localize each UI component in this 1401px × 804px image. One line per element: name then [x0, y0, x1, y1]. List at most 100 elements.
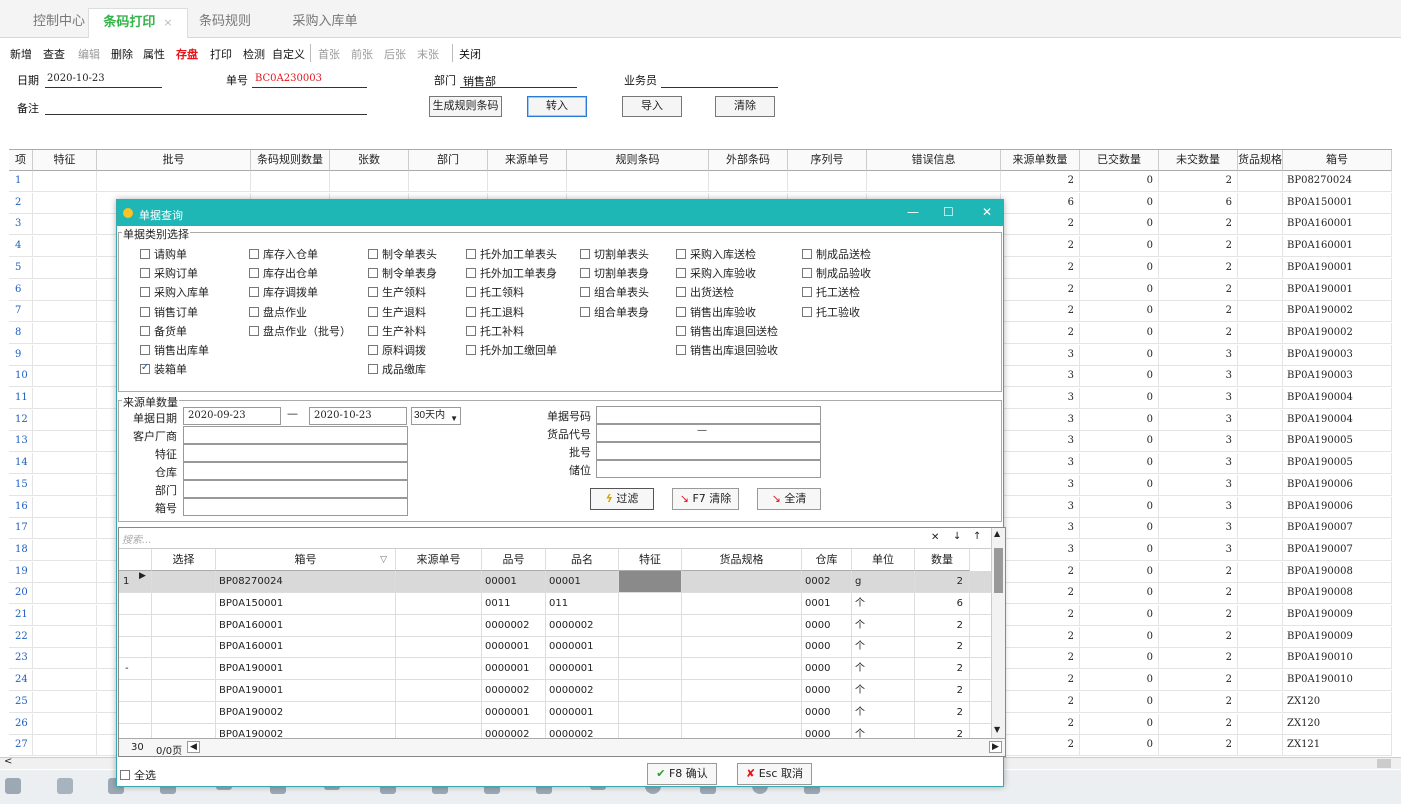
table-cell[interactable]: 0000002 — [482, 680, 546, 701]
table-cell[interactable]: 个 — [852, 680, 915, 701]
f7-clear-button[interactable]: ↘ F7 清除 — [672, 488, 739, 510]
table-cell[interactable] — [567, 171, 709, 191]
close-icon[interactable]: ✕ — [982, 205, 992, 219]
transfer-in-button[interactable]: 转入 — [527, 96, 587, 117]
column-header[interactable]: 数量 — [915, 549, 970, 571]
column-header[interactable]: 选择 — [152, 549, 216, 571]
column-header[interactable]: 单位 — [852, 549, 915, 571]
column-header[interactable]: 规则条码 — [567, 150, 709, 171]
scroll-down-icon[interactable]: ▼ — [994, 725, 1000, 734]
table-cell[interactable] — [867, 171, 1001, 191]
table-cell[interactable] — [33, 648, 97, 669]
table-cell[interactable] — [396, 680, 482, 701]
box-no-cell[interactable]: BP0A190004 — [1283, 409, 1392, 430]
table-cell[interactable]: 0000001 — [482, 701, 546, 723]
doc-type-checkbox[interactable]: 采购订单 — [140, 265, 198, 281]
generate-rule-barcode-button[interactable]: 生成规则条码 — [429, 96, 502, 117]
customize-button[interactable]: 自定义 — [272, 46, 305, 62]
checkbox-box[interactable] — [140, 249, 150, 259]
row-index[interactable]: 9 — [9, 344, 33, 365]
table-cell[interactable] — [33, 171, 97, 191]
table-cell[interactable] — [488, 171, 567, 191]
tab-barcode-print[interactable]: 条码打印 × — [88, 8, 188, 38]
row-index[interactable]: 7 — [9, 301, 33, 322]
table-cell[interactable] — [1238, 366, 1283, 387]
table-cell[interactable]: 0000001 — [546, 636, 619, 658]
undelivered-qty-cell[interactable]: 2 — [1159, 648, 1238, 669]
doc-type-checkbox[interactable]: 盘点作业 — [249, 304, 307, 320]
doc-type-checkbox[interactable]: 制成品验收 — [802, 265, 871, 281]
undelivered-qty-cell[interactable]: 2 — [1159, 257, 1238, 278]
checkbox-box[interactable] — [249, 306, 259, 317]
table-cell[interactable] — [619, 592, 682, 614]
checkbox-box[interactable] — [368, 306, 378, 317]
table-cell[interactable] — [709, 171, 788, 191]
box-no-cell[interactable]: ZX121 — [1283, 735, 1392, 756]
table-cell[interactable] — [396, 614, 482, 636]
table-cell[interactable]: BP0A190001 — [216, 658, 396, 680]
row-selector[interactable] — [119, 701, 152, 723]
table-cell[interactable] — [1238, 670, 1283, 691]
delivered-qty-cell[interactable]: 0 — [1080, 735, 1159, 756]
doc-type-checkbox[interactable]: 生产退料 — [368, 304, 426, 320]
checkbox-box[interactable] — [466, 249, 476, 259]
table-cell[interactable]: 个 — [852, 614, 915, 636]
column-header[interactable]: 特征 — [619, 549, 682, 571]
undelivered-qty-cell[interactable]: 2 — [1159, 322, 1238, 343]
table-cell[interactable] — [1238, 344, 1283, 365]
warehouse-input[interactable] — [183, 462, 408, 480]
undelivered-qty-cell[interactable]: 3 — [1159, 518, 1238, 539]
table-row[interactable]: 2 g 0002 00001 00001 BP08270024 1 ▶ — [119, 571, 991, 593]
table-cell[interactable] — [1238, 236, 1283, 257]
table-cell[interactable] — [396, 571, 482, 592]
clear-search-icon[interactable]: ✕ — [931, 532, 939, 543]
table-cell[interactable] — [33, 539, 97, 560]
undelivered-qty-cell[interactable]: 2 — [1159, 691, 1238, 712]
table-cell[interactable] — [33, 474, 97, 495]
box-no-cell[interactable]: BP0A190008 — [1283, 583, 1392, 604]
source-qty-cell[interactable]: 3 — [1001, 518, 1080, 539]
table-cell[interactable] — [33, 431, 97, 452]
close-icon[interactable]: × — [163, 16, 172, 29]
row-selector[interactable] — [119, 636, 152, 658]
table-cell[interactable]: g — [852, 571, 915, 592]
doc-type-checkbox[interactable]: 盘点作业（批号） — [249, 323, 351, 339]
confirm-button[interactable]: ✔ F8 确认 — [647, 763, 717, 785]
table-cell[interactable] — [619, 680, 682, 701]
table-cell[interactable] — [1238, 735, 1283, 756]
box-no-cell[interactable]: BP0A190002 — [1283, 301, 1392, 322]
box-no-cell[interactable]: BP0A190007 — [1283, 539, 1392, 560]
doc-type-checkbox[interactable]: 托外加工单表身 — [466, 265, 557, 281]
scroll-up-icon[interactable]: ▲ — [994, 529, 1000, 538]
row-index[interactable]: 20 — [9, 583, 33, 604]
source-qty-cell[interactable]: 3 — [1001, 431, 1080, 452]
box-no-cell[interactable]: BP0A190001 — [1283, 257, 1392, 278]
table-cell[interactable] — [33, 583, 97, 604]
checkbox-box[interactable] — [249, 325, 259, 336]
delivered-qty-cell[interactable]: 0 — [1080, 322, 1159, 343]
table-cell[interactable] — [1238, 626, 1283, 647]
table-cell[interactable]: 0000001 — [482, 636, 546, 658]
last-button[interactable]: 末张 — [417, 46, 439, 62]
cancel-button[interactable]: ✘ Esc 取消 — [737, 763, 812, 785]
checkbox-box[interactable] — [140, 287, 150, 298]
checkbox-box[interactable] — [249, 287, 259, 298]
doc-type-checkbox[interactable]: 销售出库单 — [140, 342, 209, 358]
delivered-qty-cell[interactable]: 0 — [1080, 301, 1159, 322]
column-header[interactable]: 错误信息 — [867, 150, 1001, 171]
column-header[interactable]: 部门 — [409, 150, 488, 171]
table-cell[interactable] — [396, 592, 482, 614]
table-cell[interactable] — [682, 636, 802, 658]
doc-type-checkbox[interactable]: 组合单表头 — [580, 284, 649, 300]
table-cell[interactable]: 个 — [852, 701, 915, 723]
row-index[interactable]: 10 — [9, 366, 33, 387]
source-qty-cell[interactable]: 2 — [1001, 171, 1080, 191]
table-row[interactable]: 1 2 0 2 BP08270024 — [9, 171, 1392, 192]
table-cell[interactable] — [1238, 474, 1283, 495]
delivered-qty-cell[interactable]: 0 — [1080, 171, 1159, 191]
remark-field[interactable] — [45, 114, 367, 115]
box-no-cell[interactable]: BP0A190009 — [1283, 605, 1392, 625]
properties-button[interactable]: 属性 — [143, 46, 165, 62]
arrow-up-icon[interactable]: ↑ — [973, 531, 981, 542]
box-no-cell[interactable]: BP0A190009 — [1283, 626, 1392, 647]
